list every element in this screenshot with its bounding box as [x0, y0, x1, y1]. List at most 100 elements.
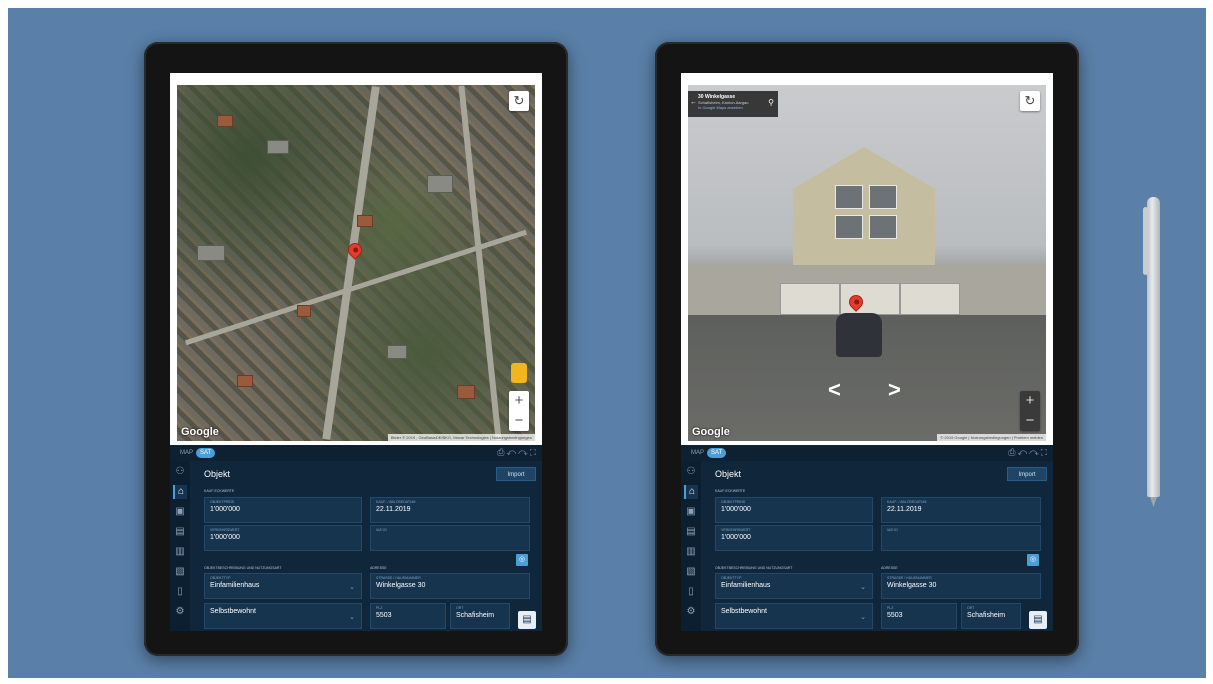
- settings-document-icon[interactable]: ⚙: [173, 605, 187, 619]
- page-title: Objekt: [204, 469, 231, 479]
- locate-address-button[interactable]: ◎: [1027, 554, 1039, 566]
- person-icon[interactable]: ⚇: [173, 465, 187, 479]
- street-view[interactable]: < > ← 30 Winkelgasse Schafisheim, Kanton…: [688, 85, 1046, 441]
- money-icon[interactable]: ▤: [173, 525, 187, 539]
- open-in-maps-link[interactable]: In Google Maps ansehen: [698, 105, 774, 110]
- field-value: 1'000'000: [210, 506, 240, 513]
- pegman-icon[interactable]: [511, 363, 527, 383]
- field-label: PLZ: [376, 606, 383, 610]
- tab-sat[interactable]: SAT: [707, 448, 727, 458]
- undo-icon[interactable]: ↶: [506, 447, 518, 457]
- undo-icon[interactable]: ↶: [1017, 447, 1029, 457]
- person-icon[interactable]: ⚇: [684, 465, 698, 479]
- zoom-control[interactable]: + −: [509, 391, 529, 431]
- objektpreis-field[interactable]: OBJEKTPREIS 1'000'000: [204, 497, 362, 523]
- kaufdatum-field[interactable]: KAUF- / ABLÖSEDATUM 22.11.2019: [370, 497, 530, 523]
- home-icon[interactable]: ⌂: [173, 485, 187, 499]
- stylus-pen: [1143, 197, 1160, 497]
- window: [869, 215, 897, 239]
- verkehrswert-field[interactable]: VERKEHRSWERT 1'000'000: [715, 525, 873, 551]
- building: [197, 245, 225, 261]
- sidebar: ⚇ ⌂ ▣ ▤ ▥ ▧ ▯ ⚙: [681, 461, 701, 631]
- page-title: Objekt: [715, 469, 742, 479]
- file-icon[interactable]: ▯: [684, 585, 698, 599]
- import-button[interactable]: Import: [1007, 467, 1047, 481]
- building: [387, 345, 407, 359]
- settings-document-icon[interactable]: ⚙: [684, 605, 698, 619]
- tab-sat[interactable]: SAT: [196, 448, 216, 458]
- file-icon[interactable]: ▯: [173, 585, 187, 599]
- strasse-field[interactable]: STRASSE / HAUSNUMMER Winkelgasse 30: [881, 573, 1041, 599]
- nutzungsart-select[interactable]: Selbstbewohnt ⌄: [715, 603, 873, 629]
- field-label: IAZI ID: [376, 528, 387, 532]
- tablet-right: < > ← 30 Winkelgasse Schafisheim, Kanton…: [655, 42, 1079, 656]
- nav-left-arrow[interactable]: <: [828, 377, 841, 403]
- tool-icons: ⎙↶↷⛶: [1008, 447, 1049, 458]
- tab-map[interactable]: MAP: [687, 448, 708, 458]
- fullscreen-icon[interactable]: ⛶: [1041, 447, 1049, 457]
- refresh-icon[interactable]: ↻: [509, 91, 529, 111]
- chart-icon[interactable]: ▥: [173, 545, 187, 559]
- zoom-out-button[interactable]: −: [509, 411, 529, 431]
- nutzungsart-select[interactable]: Selbstbewohnt ⌄: [204, 603, 362, 629]
- object-icon[interactable]: ▣: [173, 505, 187, 519]
- window: [835, 185, 863, 209]
- street-view-attribution[interactable]: © 2019 Google | Nutzungsbedingungen | Pr…: [937, 434, 1046, 441]
- ort-field[interactable]: ORT Schafisheim: [961, 603, 1021, 629]
- objekttyp-select[interactable]: OBJEKTTYP Einfamilienhaus ⌄: [715, 573, 873, 599]
- home-icon[interactable]: ⌂: [684, 485, 698, 499]
- plz-field[interactable]: PLZ 5503: [370, 603, 446, 629]
- address-card: ← 30 Winkelgasse Schafisheim, Kanton Aar…: [688, 91, 778, 117]
- zoom-in-button[interactable]: +: [1020, 391, 1040, 411]
- objektpreis-field[interactable]: OBJEKTPREIS 1'000'000: [715, 497, 873, 523]
- building: [457, 385, 475, 399]
- redo-icon[interactable]: ↷: [518, 447, 530, 457]
- building: [297, 305, 311, 317]
- verkehrswert-field[interactable]: VERKEHRSWERT 1'000'000: [204, 525, 362, 551]
- iazi-id-field[interactable]: IAZI ID: [370, 525, 530, 551]
- field-value: Einfamilienhaus: [721, 582, 771, 589]
- objekttyp-select[interactable]: OBJEKTTYP Einfamilienhaus ⌄: [204, 573, 362, 599]
- field-value: Winkelgasse 30: [376, 582, 426, 589]
- zoom-in-button[interactable]: +: [509, 391, 529, 411]
- section-adresse: ADRESSE: [370, 566, 387, 570]
- map-toolbar: MAP SAT ⎙↶↷⛶: [170, 445, 542, 461]
- field-value: Selbstbewohnt: [721, 608, 767, 615]
- fullscreen-icon[interactable]: ⛶: [530, 447, 538, 457]
- field-label: PLZ: [887, 606, 894, 610]
- field-value: 22.11.2019: [887, 506, 922, 513]
- kaufdatum-field[interactable]: KAUF- / ABLÖSEDATUM 22.11.2019: [881, 497, 1041, 523]
- map-attribution[interactable]: Bilder © 2019 , GeoBasisDE/BKG, Maxar Te…: [387, 434, 535, 441]
- document-button[interactable]: ▤: [518, 611, 536, 629]
- building: [357, 215, 373, 227]
- redo-icon[interactable]: ↷: [1029, 447, 1041, 457]
- chart-icon[interactable]: ▥: [684, 545, 698, 559]
- field-label: IAZI ID: [887, 528, 898, 532]
- nav-right-arrow[interactable]: >: [888, 377, 901, 403]
- field-label: KAUF- / ABLÖSEDATUM: [376, 500, 416, 504]
- section-adresse: ADRESSE: [881, 566, 898, 570]
- import-button[interactable]: Import: [496, 467, 536, 481]
- tablet-screen-left: ↻ + − Google Bilder © 2019 , GeoBasisDE/…: [170, 73, 542, 631]
- chevron-down-icon: ⌄: [860, 614, 866, 621]
- zoom-control[interactable]: + −: [1020, 391, 1040, 431]
- field-label: OBJEKTTYP: [210, 576, 231, 580]
- document-button[interactable]: ▤: [1029, 611, 1047, 629]
- refresh-icon[interactable]: ↻: [1020, 91, 1040, 111]
- strasse-field[interactable]: STRASSE / HAUSNUMMER Winkelgasse 30: [370, 573, 530, 599]
- tab-map[interactable]: MAP: [176, 448, 197, 458]
- zoom-out-button[interactable]: −: [1020, 411, 1040, 431]
- iazi-id-field[interactable]: IAZI ID: [881, 525, 1041, 551]
- field-label: STRASSE / HAUSNUMMER: [887, 576, 932, 580]
- locate-address-button[interactable]: ◎: [516, 554, 528, 566]
- back-arrow-icon[interactable]: ←: [690, 99, 697, 106]
- plz-field[interactable]: PLZ 5503: [881, 603, 957, 629]
- object-icon[interactable]: ▣: [684, 505, 698, 519]
- document-icon[interactable]: ▧: [173, 565, 187, 579]
- field-value: Selbstbewohnt: [210, 608, 256, 615]
- money-icon[interactable]: ▤: [684, 525, 698, 539]
- document-icon[interactable]: ▧: [684, 565, 698, 579]
- ort-field[interactable]: ORT Schafisheim: [450, 603, 510, 629]
- satellite-map[interactable]: ↻ + − Google Bilder © 2019 , GeoBasisDE/…: [177, 85, 535, 441]
- background: ↻ + − Google Bilder © 2019 , GeoBasisDE/…: [8, 8, 1206, 678]
